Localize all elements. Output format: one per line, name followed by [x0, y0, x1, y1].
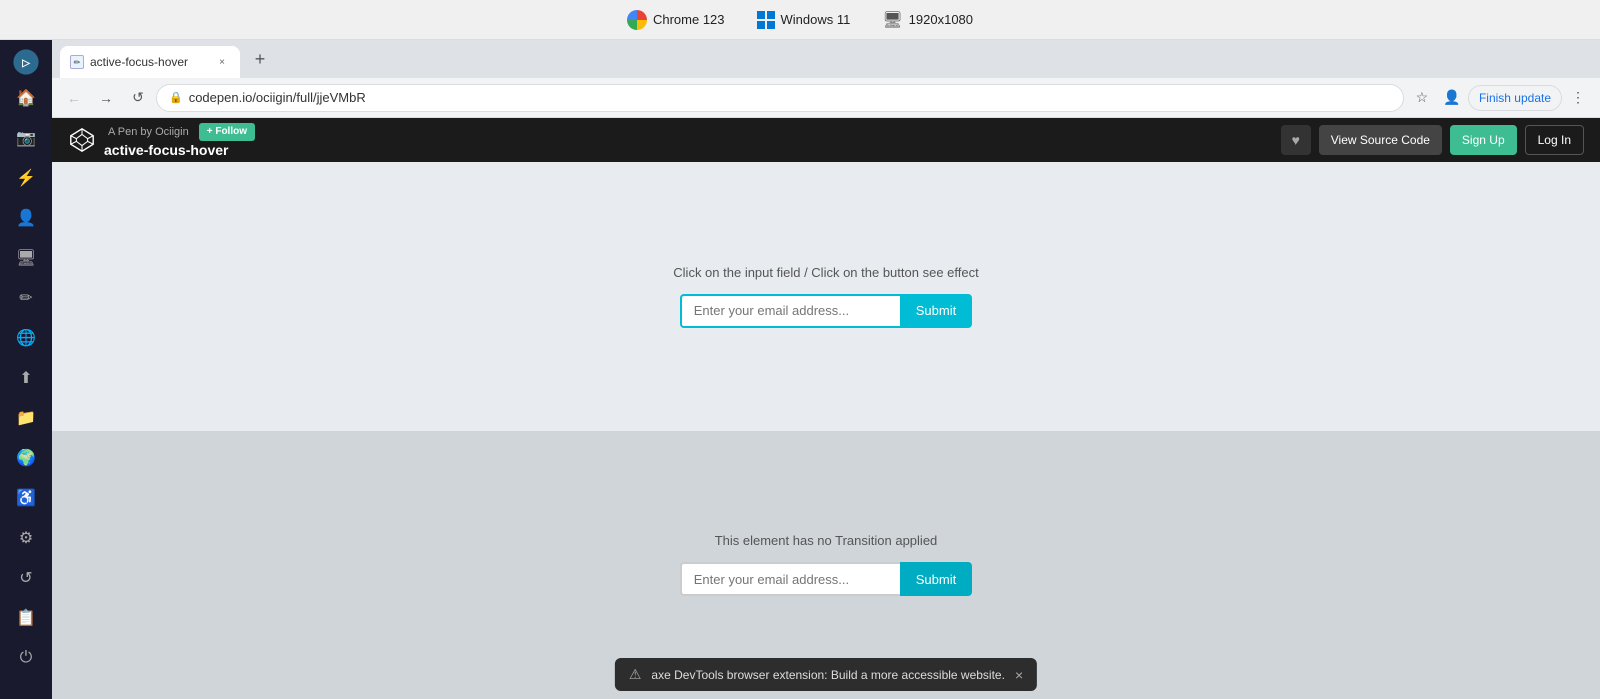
- view-source-button[interactable]: View Source Code: [1319, 125, 1442, 155]
- os-bar: Chrome 123 Windows 11 🖥 1920x1080: [0, 0, 1600, 40]
- notification-icon: ⚠: [629, 666, 642, 683]
- sidebar-item-refresh[interactable]: ↺: [8, 560, 44, 596]
- more-icon: ⋮: [1571, 89, 1585, 106]
- nav-bar: ← → ↺ 🔒 codepen.io/ociigin/full/jjeVMbR …: [52, 78, 1600, 118]
- browser-window: ✏ active-focus-hover × + ← → ↺ 🔒 codepen…: [52, 40, 1600, 699]
- sidebar-item-monitor[interactable]: 🖥: [8, 240, 44, 276]
- demo-2-title: This element has no Transition applied: [715, 533, 938, 548]
- sidebar-item-earth[interactable]: 🌍: [8, 440, 44, 476]
- tab-favicon: ✏: [70, 55, 84, 69]
- secure-icon: 🔒: [169, 91, 183, 104]
- sidebar-item-user[interactable]: 👤: [8, 200, 44, 236]
- tab-close-button[interactable]: ×: [214, 54, 230, 70]
- sidebar-item-settings[interactable]: ⚙: [8, 520, 44, 556]
- demo-panel-1: Click on the input field / Click on the …: [52, 162, 1600, 431]
- browser-tab-active[interactable]: ✏ active-focus-hover ×: [60, 46, 240, 78]
- back-icon: ←: [67, 90, 81, 106]
- heart-button[interactable]: ♥: [1281, 125, 1311, 155]
- demo-1-form: Submit: [680, 294, 972, 328]
- tab-bar: ✏ active-focus-hover × +: [52, 40, 1600, 78]
- sidebar-item-upload[interactable]: ⬆: [8, 360, 44, 396]
- chrome-icon: [627, 10, 647, 30]
- resolution-info: 🖥 1920x1080: [882, 10, 973, 30]
- reload-icon: ↺: [132, 89, 144, 106]
- login-button[interactable]: Log In: [1525, 125, 1584, 155]
- codepen-logo-icon: [68, 126, 96, 154]
- sidebar-item-power[interactable]: ⏻: [8, 640, 44, 676]
- nav-actions: ☆ 👤 Finish update ⋮: [1408, 84, 1592, 112]
- codepen-header: A Pen by Ociigin + Follow active-focus-h…: [52, 118, 1600, 162]
- signup-button[interactable]: Sign Up: [1450, 125, 1517, 155]
- follow-button[interactable]: + Follow: [199, 123, 255, 141]
- demo-2-submit-button[interactable]: Submit: [900, 562, 972, 596]
- codepen-logo: A Pen by Ociigin + Follow active-focus-h…: [68, 123, 255, 158]
- sidebar-item-accessibility[interactable]: ♿: [8, 480, 44, 516]
- demo-2-email-input[interactable]: [680, 562, 900, 596]
- pen-by-label: A Pen by Ociigin: [108, 126, 189, 138]
- address-text: codepen.io/ociigin/full/jjeVMbR: [189, 90, 1391, 105]
- monitor-icon: 🖥: [882, 10, 902, 30]
- sidebar-item-camera[interactable]: 📷: [8, 120, 44, 156]
- profile-button[interactable]: 👤: [1438, 84, 1466, 112]
- finish-update-label: Finish update: [1479, 91, 1551, 105]
- pen-title: active-focus-hover: [104, 142, 255, 158]
- notification-text: axe DevTools browser extension: Build a …: [651, 668, 1005, 682]
- demo-2-form: Submit: [680, 562, 972, 596]
- demo-1-submit-button[interactable]: Submit: [900, 294, 972, 328]
- sidebar-item-clipboard[interactable]: 📋: [8, 600, 44, 636]
- notification-bar: ⚠ axe DevTools browser extension: Build …: [615, 658, 1037, 691]
- sidebar-item-globe[interactable]: 🌐: [8, 320, 44, 356]
- windows-info: Windows 11: [757, 11, 851, 29]
- notification-close-button[interactable]: ×: [1015, 667, 1023, 683]
- windows-label: Windows 11: [781, 12, 851, 27]
- address-bar[interactable]: 🔒 codepen.io/ociigin/full/jjeVMbR: [156, 84, 1404, 112]
- sidebar-logo: ▷: [12, 48, 40, 76]
- sidebar: ▷ 🏠 📷 ⚡ 👤 🖥 ✏ 🌐 ⬆ 📁 🌍 ♿ ⚙ ↺ 📋 ⏻: [0, 40, 52, 699]
- sidebar-item-folder[interactable]: 📁: [8, 400, 44, 436]
- chrome-browser-info: Chrome 123: [627, 10, 725, 30]
- demo-1-title: Click on the input field / Click on the …: [673, 265, 978, 280]
- content-area: Click on the input field / Click on the …: [52, 162, 1600, 699]
- codepen-header-right: ♥ View Source Code Sign Up Log In: [1281, 125, 1584, 155]
- tab-label: active-focus-hover: [90, 55, 208, 69]
- sidebar-item-bolt[interactable]: ⚡: [8, 160, 44, 196]
- more-button[interactable]: ⋮: [1564, 84, 1592, 112]
- forward-button[interactable]: →: [92, 84, 120, 112]
- back-button[interactable]: ←: [60, 84, 88, 112]
- chrome-label: Chrome 123: [653, 12, 725, 27]
- reload-button[interactable]: ↺: [124, 84, 152, 112]
- finish-update-button[interactable]: Finish update: [1468, 85, 1562, 111]
- sidebar-item-home[interactable]: 🏠: [8, 80, 44, 116]
- forward-icon: →: [99, 90, 113, 106]
- demo-1-email-input[interactable]: [680, 294, 900, 328]
- resolution-label: 1920x1080: [909, 12, 973, 27]
- windows-icon: [757, 11, 775, 29]
- svg-text:▷: ▷: [21, 58, 31, 69]
- sidebar-item-edit[interactable]: ✏: [8, 280, 44, 316]
- new-tab-button[interactable]: +: [246, 45, 274, 73]
- bookmark-button[interactable]: ☆: [1408, 84, 1436, 112]
